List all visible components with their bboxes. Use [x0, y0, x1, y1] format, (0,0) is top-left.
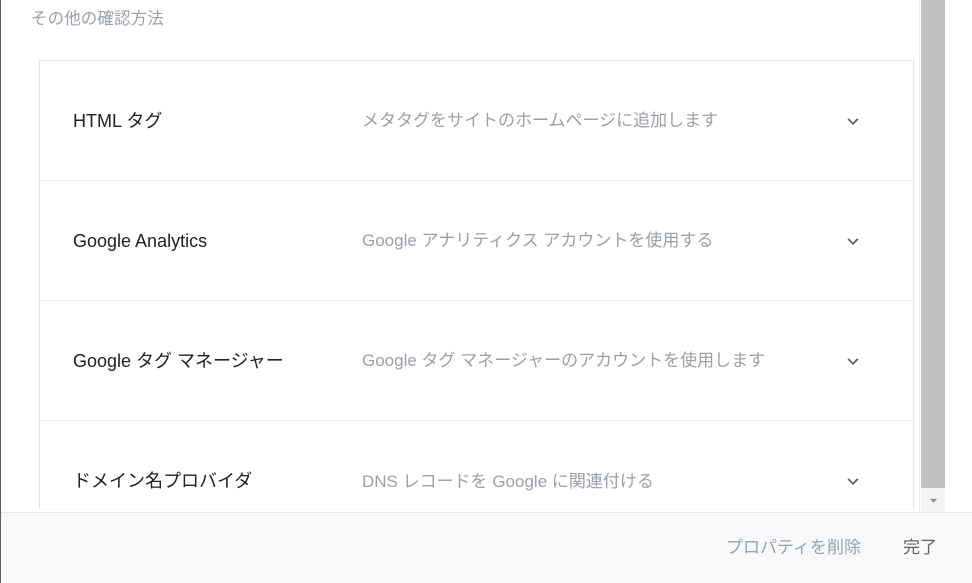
scroll-down-button[interactable]	[921, 488, 945, 512]
verification-methods-dialog: その他の確認方法 HTML タグ メタタグをサイトのホームページに追加します G…	[0, 0, 972, 583]
list-item[interactable]: Google Analytics Google アナリティクス アカウントを使用…	[40, 181, 913, 301]
scrollbar-thumb[interactable]	[921, 0, 945, 488]
chevron-down-icon[interactable]	[830, 230, 876, 252]
page-title: その他の確認方法	[31, 10, 164, 28]
list-item[interactable]: Google タグ マネージャー Google タグ マネージャーのアカウントを…	[40, 301, 913, 421]
dialog-scroll-region[interactable]: その他の確認方法 HTML タグ メタタグをサイトのホームページに追加します G…	[1, 0, 946, 512]
triangle-down-icon	[928, 495, 939, 506]
chevron-down-icon[interactable]	[830, 470, 876, 492]
method-description: Google アナリティクス アカウントを使用する	[362, 231, 714, 250]
vertical-scrollbar[interactable]	[919, 0, 945, 512]
delete-property-button[interactable]: プロパティを削除	[716, 529, 871, 567]
method-name: Google Analytics	[73, 230, 208, 251]
dialog-footer: プロパティを削除 完了	[1, 512, 972, 583]
verification-methods-card: HTML タグ メタタグをサイトのホームページに追加します Google Ana…	[39, 60, 914, 509]
method-description: DNS レコードを Google に関連付ける	[362, 471, 654, 491]
method-name: Google タグ マネージャー	[73, 350, 284, 371]
list-item[interactable]: ドメイン名プロバイダ DNS レコードを Google に関連付ける	[40, 421, 913, 509]
method-description: Google タグ マネージャーのアカウントを使用します	[362, 351, 766, 370]
chevron-down-icon[interactable]	[830, 350, 876, 372]
method-description: メタタグをサイトのホームページに追加します	[362, 111, 719, 130]
method-name: HTML タグ	[73, 110, 163, 131]
done-button[interactable]: 完了	[893, 529, 947, 567]
method-name: ドメイン名プロバイダ	[73, 471, 253, 491]
list-item[interactable]: HTML タグ メタタグをサイトのホームページに追加します	[40, 61, 913, 181]
chevron-down-icon[interactable]	[830, 110, 876, 132]
